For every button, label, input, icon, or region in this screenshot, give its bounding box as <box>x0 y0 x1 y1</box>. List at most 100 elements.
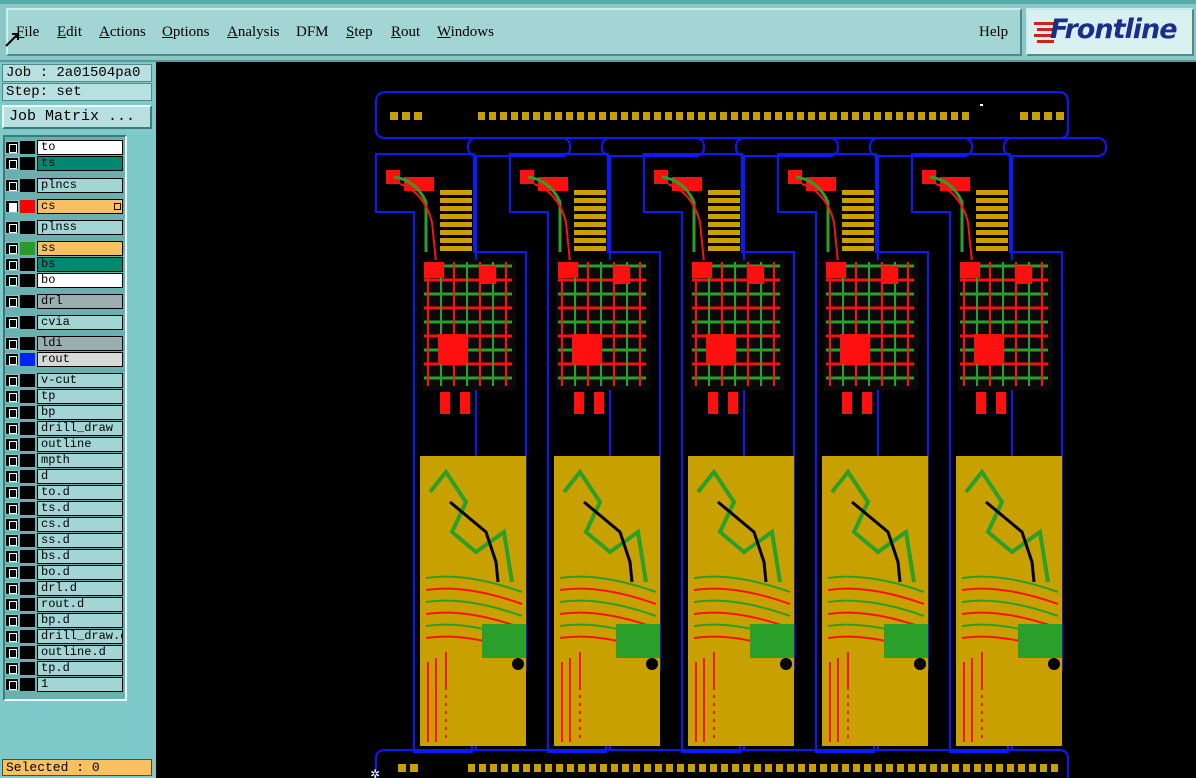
menu-rout[interactable]: Rout <box>391 24 420 41</box>
layer-name-label[interactable]: rout <box>37 352 123 367</box>
layer-name-label[interactable]: ldi <box>37 336 123 351</box>
layer-name-label[interactable]: 1 <box>37 677 123 692</box>
layer-row-rout-d[interactable]: rout.d <box>3 597 123 612</box>
layer-row-bo-d[interactable]: bo.d <box>3 565 123 580</box>
layer-row-ts[interactable]: ts <box>3 156 123 171</box>
layer-checkbox[interactable] <box>5 179 19 192</box>
layer-row-tp[interactable]: tp <box>3 389 123 404</box>
layer-name-label[interactable]: drill_draw.d <box>37 629 123 644</box>
layer-name-label[interactable]: outline.d <box>37 645 123 660</box>
layer-row-d[interactable]: d <box>3 469 123 484</box>
layer-name-label[interactable]: rout.d <box>37 597 123 612</box>
layer-color-swatch[interactable] <box>20 486 35 499</box>
layer-color-swatch[interactable] <box>20 200 35 213</box>
layer-row-ts-d[interactable]: ts.d <box>3 501 123 516</box>
layer-name-label[interactable]: outline <box>37 437 123 452</box>
layer-checkbox[interactable] <box>5 534 19 547</box>
layer-row-drill-draw-d[interactable]: drill_draw.d <box>3 629 123 644</box>
layer-name-label[interactable]: tp.d <box>37 661 123 676</box>
layer-color-swatch[interactable] <box>20 258 35 271</box>
layer-checkbox[interactable] <box>5 646 19 659</box>
layer-row-outline[interactable]: outline <box>3 437 123 452</box>
layer-row-bs[interactable]: bs <box>3 257 123 272</box>
layer-name-label[interactable]: to.d <box>37 485 123 500</box>
layer-color-swatch[interactable] <box>20 630 35 643</box>
layer-checkbox[interactable] <box>5 258 19 271</box>
layer-row-to-d[interactable]: to.d <box>3 485 123 500</box>
layer-checkbox[interactable] <box>5 274 19 287</box>
layer-color-swatch[interactable] <box>20 221 35 234</box>
layer-color-swatch[interactable] <box>20 374 35 387</box>
layer-name-label[interactable]: drill_draw <box>37 421 123 436</box>
layer-name-label[interactable]: ss <box>37 241 123 256</box>
layer-row-cvia[interactable]: cvia <box>3 315 123 330</box>
layer-checkbox[interactable] <box>5 630 19 643</box>
layer-row-bp-d[interactable]: bp.d <box>3 613 123 628</box>
layer-row-ldi[interactable]: ldi <box>3 336 123 351</box>
layer-row-rout[interactable]: rout <box>3 352 123 367</box>
layer-row-1[interactable]: 1 <box>3 677 123 692</box>
layer-name-label[interactable]: bp <box>37 405 123 420</box>
layer-checkbox[interactable] <box>5 157 19 170</box>
menu-analysis[interactable]: Analysis <box>227 24 280 41</box>
layer-checkbox[interactable] <box>5 316 19 329</box>
layer-name-label[interactable]: d <box>37 469 123 484</box>
layer-name-label[interactable]: bo <box>37 273 123 288</box>
layer-name-label[interactable]: to <box>37 140 123 155</box>
layer-list-scrollbar[interactable] <box>127 135 154 701</box>
layer-color-swatch[interactable] <box>20 646 35 659</box>
layer-row-mpth[interactable]: mpth <box>3 453 123 468</box>
layer-name-label[interactable]: cs <box>37 199 123 214</box>
layer-row-ss[interactable]: ss <box>3 241 123 256</box>
layer-checkbox[interactable] <box>5 502 19 515</box>
pcb-panel-view[interactable]: ✲ <box>156 62 1196 778</box>
menu-edit[interactable]: Edit <box>57 24 82 41</box>
layer-color-swatch[interactable] <box>20 534 35 547</box>
layer-color-swatch[interactable] <box>20 406 35 419</box>
layer-color-swatch[interactable] <box>20 316 35 329</box>
layer-name-label[interactable]: tp <box>37 389 123 404</box>
layer-color-swatch[interactable] <box>20 518 35 531</box>
layer-name-label[interactable]: mpth <box>37 453 123 468</box>
layer-color-swatch[interactable] <box>20 274 35 287</box>
layer-color-swatch[interactable] <box>20 470 35 483</box>
layer-row-bp[interactable]: bp <box>3 405 123 420</box>
layer-name-label[interactable]: bo.d <box>37 565 123 580</box>
menu-dfm[interactable]: DFM <box>296 24 329 41</box>
layer-color-swatch[interactable] <box>20 353 35 366</box>
layer-name-label[interactable]: bs <box>37 257 123 272</box>
layer-checkbox[interactable] <box>5 242 19 255</box>
layer-row-cs-d[interactable]: cs.d <box>3 517 123 532</box>
menu-windows[interactable]: Windows <box>437 24 494 41</box>
layer-checkbox[interactable] <box>5 406 19 419</box>
layer-row-drl-d[interactable]: drl.d <box>3 581 123 596</box>
graphic-editor-canvas[interactable]: ✲ <box>156 62 1196 778</box>
layer-color-swatch[interactable] <box>20 566 35 579</box>
job-matrix-button[interactable]: Job Matrix ... <box>2 105 152 129</box>
layer-name-label[interactable]: bp.d <box>37 613 123 628</box>
layer-color-swatch[interactable] <box>20 242 35 255</box>
layer-checkbox[interactable] <box>5 662 19 675</box>
layer-checkbox[interactable] <box>5 598 19 611</box>
layer-row-cs[interactable]: cs <box>3 199 123 214</box>
layer-name-label[interactable]: plnss <box>37 220 123 235</box>
layer-checkbox[interactable] <box>5 374 19 387</box>
layer-checkbox[interactable] <box>5 614 19 627</box>
layer-row-bs-d[interactable]: bs.d <box>3 549 123 564</box>
layer-color-swatch[interactable] <box>20 614 35 627</box>
layer-checkbox[interactable] <box>5 566 19 579</box>
layer-row-ss-d[interactable]: ss.d <box>3 533 123 548</box>
layer-row-plnss[interactable]: plnss <box>3 220 123 235</box>
layer-name-label[interactable]: cvia <box>37 315 123 330</box>
layer-color-swatch[interactable] <box>20 582 35 595</box>
layer-checkbox[interactable] <box>5 550 19 563</box>
layer-color-swatch[interactable] <box>20 141 35 154</box>
layer-color-swatch[interactable] <box>20 438 35 451</box>
layer-name-label[interactable]: ts.d <box>37 501 123 516</box>
layer-row-drl[interactable]: drl <box>3 294 123 309</box>
layer-name-label[interactable]: ss.d <box>37 533 123 548</box>
layer-row-drill-draw[interactable]: drill_draw <box>3 421 123 436</box>
layer-row-tp-d[interactable]: tp.d <box>3 661 123 676</box>
layer-checkbox[interactable] <box>5 295 19 308</box>
layer-row-to[interactable]: to <box>3 140 123 155</box>
